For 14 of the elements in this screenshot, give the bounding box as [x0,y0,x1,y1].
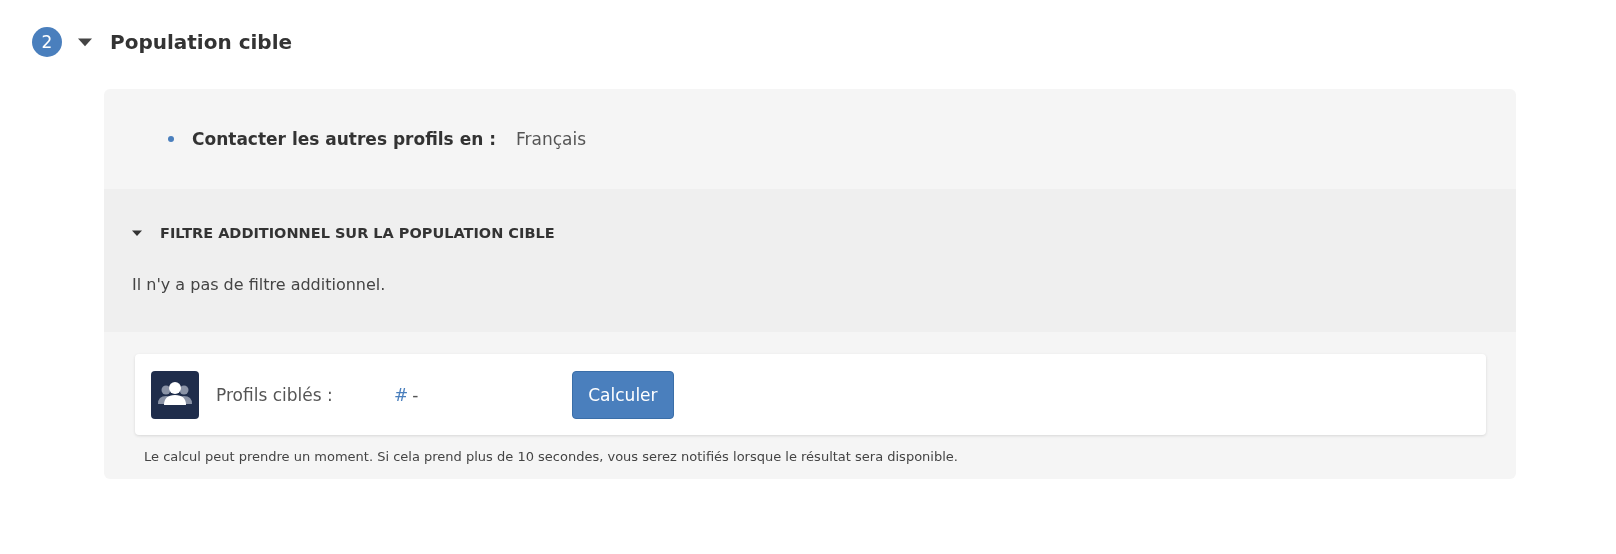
group-icon [151,370,199,419]
caret-icon[interactable] [132,228,142,238]
count-value: - [412,384,420,405]
filter-message: Il n'y a pas de filtre additionnel. [132,275,387,294]
section-title: Population cible [110,30,293,54]
count-label: Profils ciblés : [216,384,334,405]
criterion-value: Français [516,129,587,149]
bullet-icon [168,136,174,142]
hash-symbol: # [394,384,409,405]
criterion-label: Contacter les autres profils en : [192,129,496,149]
calculation-note: Le calcul peut prendre un moment. Si cela prend plus de 10 secondes, vous serez notifiés lorsque le résultat sera disponible. [144,449,959,464]
filter-title[interactable]: FILTRE ADDITIONNEL SUR LA POPULATION CIBLE [160,225,555,241]
calculate-button[interactable]: Calculer [572,370,674,419]
step-number: 2 [32,27,62,57]
